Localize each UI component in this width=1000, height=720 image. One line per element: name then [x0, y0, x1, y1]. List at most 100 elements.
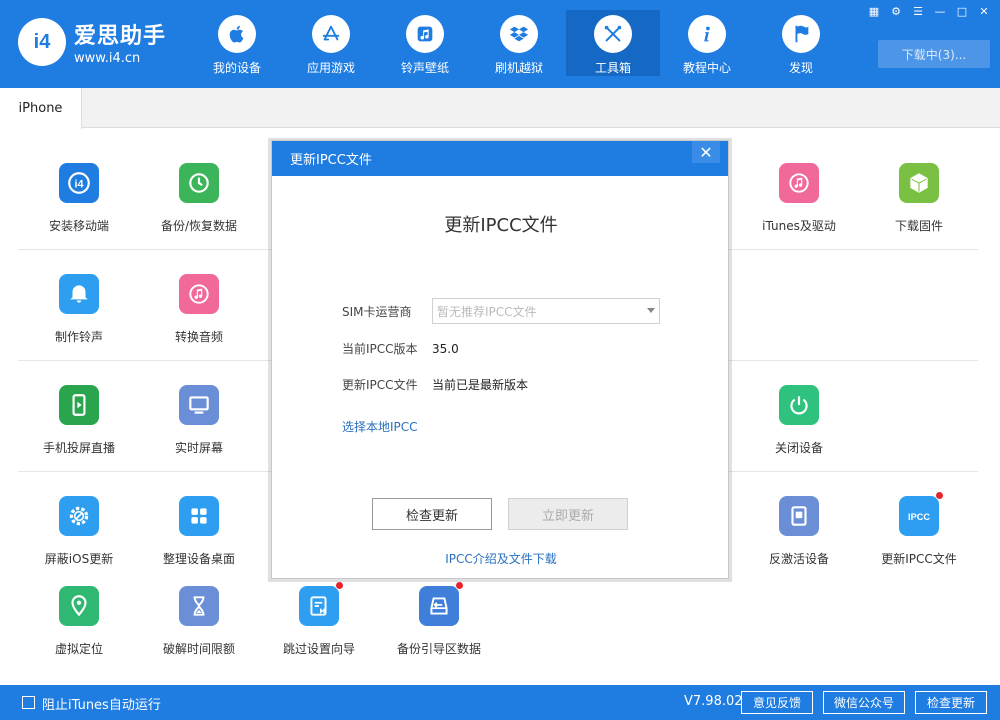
tool-block-ios-update[interactable]: 屏蔽iOS更新 — [19, 492, 139, 582]
tool-organize-desktop[interactable]: 整理设备桌面 — [139, 492, 259, 582]
chevron-down-icon — [647, 308, 655, 313]
dropbox-box-icon — [500, 15, 538, 53]
title-bar: i4 爱思助手 www.i4.cn 我的设备 应用游戏 铃声壁纸 刷机越狱 工具… — [0, 0, 1000, 88]
wechat-button[interactable]: 微信公众号 — [823, 691, 905, 714]
tool-live-screen[interactable]: 实时屏幕 — [139, 381, 259, 471]
block-itunes-checkbox[interactable] — [22, 696, 35, 709]
tool-label: iTunes及驱动 — [762, 219, 836, 233]
current-version-row: 当前IPCC版本 35.0 — [342, 340, 459, 357]
window-controls: ▦ ⚙ ☰ — □ ✕ — [866, 4, 992, 18]
dialog-close-icon[interactable]: ✕ — [692, 141, 720, 163]
app-store-icon — [312, 15, 350, 53]
carrier-select-value: 暂无推荐IPCC文件 — [437, 304, 537, 319]
nav-flash-jailbreak[interactable]: 刷机越狱 — [472, 10, 566, 76]
carrier-select[interactable]: 暂无推荐IPCC文件 — [432, 298, 660, 324]
new-badge — [335, 581, 344, 590]
tool-shutdown-device[interactable]: 关闭设备 — [739, 381, 859, 471]
update-now-button[interactable]: 立即更新 — [508, 498, 628, 530]
update-label: 更新IPCC文件 — [342, 378, 418, 392]
select-local-ipcc-link[interactable]: 选择本地IPCC — [342, 418, 418, 435]
dialog-title: 更新IPCC文件 — [444, 215, 558, 236]
carrier-label: SIM卡运营商 — [342, 304, 412, 319]
tool-label: 转换音频 — [174, 330, 223, 344]
check-update-status-button[interactable]: 检查更新 — [915, 691, 987, 714]
dialog-header-title: 更新IPCC文件 — [290, 153, 372, 168]
update-ipcc-dialog: 更新IPCC文件 ✕ 更新IPCC文件 SIM卡运营商 暂无推荐IPCC文件 当… — [271, 140, 729, 579]
version-text: V7.98.02 — [684, 694, 743, 709]
nav-toolbox[interactable]: 工具箱 — [566, 10, 660, 76]
nav-label: 发现 — [788, 61, 813, 75]
check-update-button[interactable]: 检查更新 — [372, 498, 492, 530]
location-pin-icon — [59, 586, 99, 626]
tool-label: 屏蔽iOS更新 — [44, 552, 114, 566]
download-progress-button[interactable]: 下载中(3)... — [878, 40, 990, 68]
tab-iphone[interactable]: iPhone — [0, 88, 82, 129]
menu-icon[interactable]: ☰ — [910, 4, 926, 18]
info-icon — [688, 15, 726, 53]
tool-label: 备份引导区数据 — [396, 642, 481, 656]
app-logo: i4 爱思助手 www.i4.cn — [18, 18, 166, 66]
nav-label: 应用游戏 — [306, 61, 355, 75]
maximize-icon[interactable]: □ — [954, 4, 970, 18]
power-icon — [779, 385, 819, 425]
tool-label: 虚拟定位 — [54, 642, 103, 656]
dialog-header: 更新IPCC文件 ✕ — [272, 141, 728, 176]
tool-download-firmware[interactable]: 下载固件 — [859, 159, 979, 249]
feedback-button[interactable]: 意见反馈 — [741, 691, 813, 714]
tool-crack-screen-time[interactable]: 破解时间限额 — [139, 582, 259, 672]
monitor-icon — [179, 385, 219, 425]
phone-play-icon — [59, 385, 99, 425]
flag-icon — [782, 15, 820, 53]
logo-badge-icon: i4 — [18, 18, 66, 66]
i4-app-icon: i4 — [59, 163, 99, 203]
ipcc-intro-row: IPCC介绍及文件下载 — [272, 550, 730, 567]
nav-discover[interactable]: 发现 — [754, 10, 848, 76]
tool-skip-setup-wizard[interactable]: 跳过设置向导 — [259, 581, 379, 672]
tool-label: 更新IPCC文件 — [881, 552, 957, 566]
tool-label: 下载固件 — [894, 219, 943, 233]
tool-install-mobile[interactable]: i4 安装移动端 — [19, 159, 139, 249]
tool-label: 实时屏幕 — [174, 441, 223, 455]
app-name: 爱思助手 — [74, 24, 167, 49]
shirt-icon[interactable]: ▦ — [866, 4, 882, 18]
tool-backup-restore[interactable]: 备份/恢复数据 — [139, 159, 259, 249]
tool-screen-mirror-live[interactable]: 手机投屏直播 — [19, 381, 139, 471]
new-badge — [935, 491, 944, 500]
nav-apps-games[interactable]: 应用游戏 — [284, 10, 378, 76]
tool-deactivate-device[interactable]: 反激活设备 — [739, 492, 859, 582]
tool-update-ipcc[interactable]: IPCC 更新IPCC文件 — [859, 491, 979, 582]
status-bar: 阻止iTunes自动运行 V7.98.02 意见反馈 微信公众号 检查更新 — [0, 685, 1000, 720]
gear-icon[interactable]: ⚙ — [888, 4, 904, 18]
nav-ringtones[interactable]: 铃声壁纸 — [378, 10, 472, 76]
itunes-icon — [779, 163, 819, 203]
music-note-icon — [406, 15, 444, 53]
device-tabs: iPhone — [0, 88, 1000, 129]
drive-backup-icon — [419, 581, 464, 626]
bell-icon — [59, 274, 99, 314]
tools-icon — [594, 15, 632, 53]
logo-badge-text: i4 — [33, 30, 51, 53]
svg-text:i4: i4 — [74, 178, 83, 190]
nav-my-device[interactable]: 我的设备 — [190, 10, 284, 76]
close-icon[interactable]: ✕ — [976, 4, 992, 18]
ipcc-intro-link[interactable]: IPCC介绍及文件下载 — [445, 552, 557, 566]
nav-tutorials[interactable]: 教程中心 — [660, 10, 754, 76]
hourglass-icon — [179, 586, 219, 626]
gear-block-icon — [59, 496, 99, 536]
tool-make-ringtone[interactable]: 制作铃声 — [19, 270, 139, 360]
update-status-value: 当前已是最新版本 — [432, 378, 529, 392]
nav-label: 铃声壁纸 — [400, 61, 449, 75]
tool-virtual-location[interactable]: 虚拟定位 — [19, 582, 139, 672]
skip-icon — [299, 581, 344, 626]
app-url: www.i4.cn — [74, 51, 141, 66]
cube-icon — [899, 163, 939, 203]
tool-convert-audio[interactable]: 转换音频 — [139, 270, 259, 360]
minimize-icon[interactable]: — — [932, 4, 948, 18]
tool-backup-boot-data[interactable]: 备份引导区数据 — [379, 581, 499, 672]
carrier-row: SIM卡运营商 暂无推荐IPCC文件 — [342, 298, 660, 324]
version-label: 当前IPCC版本 — [342, 342, 418, 356]
tool-label: 关闭设备 — [774, 441, 823, 455]
version-value: 35.0 — [432, 341, 459, 356]
tool-label: 反激活设备 — [768, 552, 829, 566]
tool-itunes-drivers[interactable]: iTunes及驱动 — [739, 159, 859, 249]
